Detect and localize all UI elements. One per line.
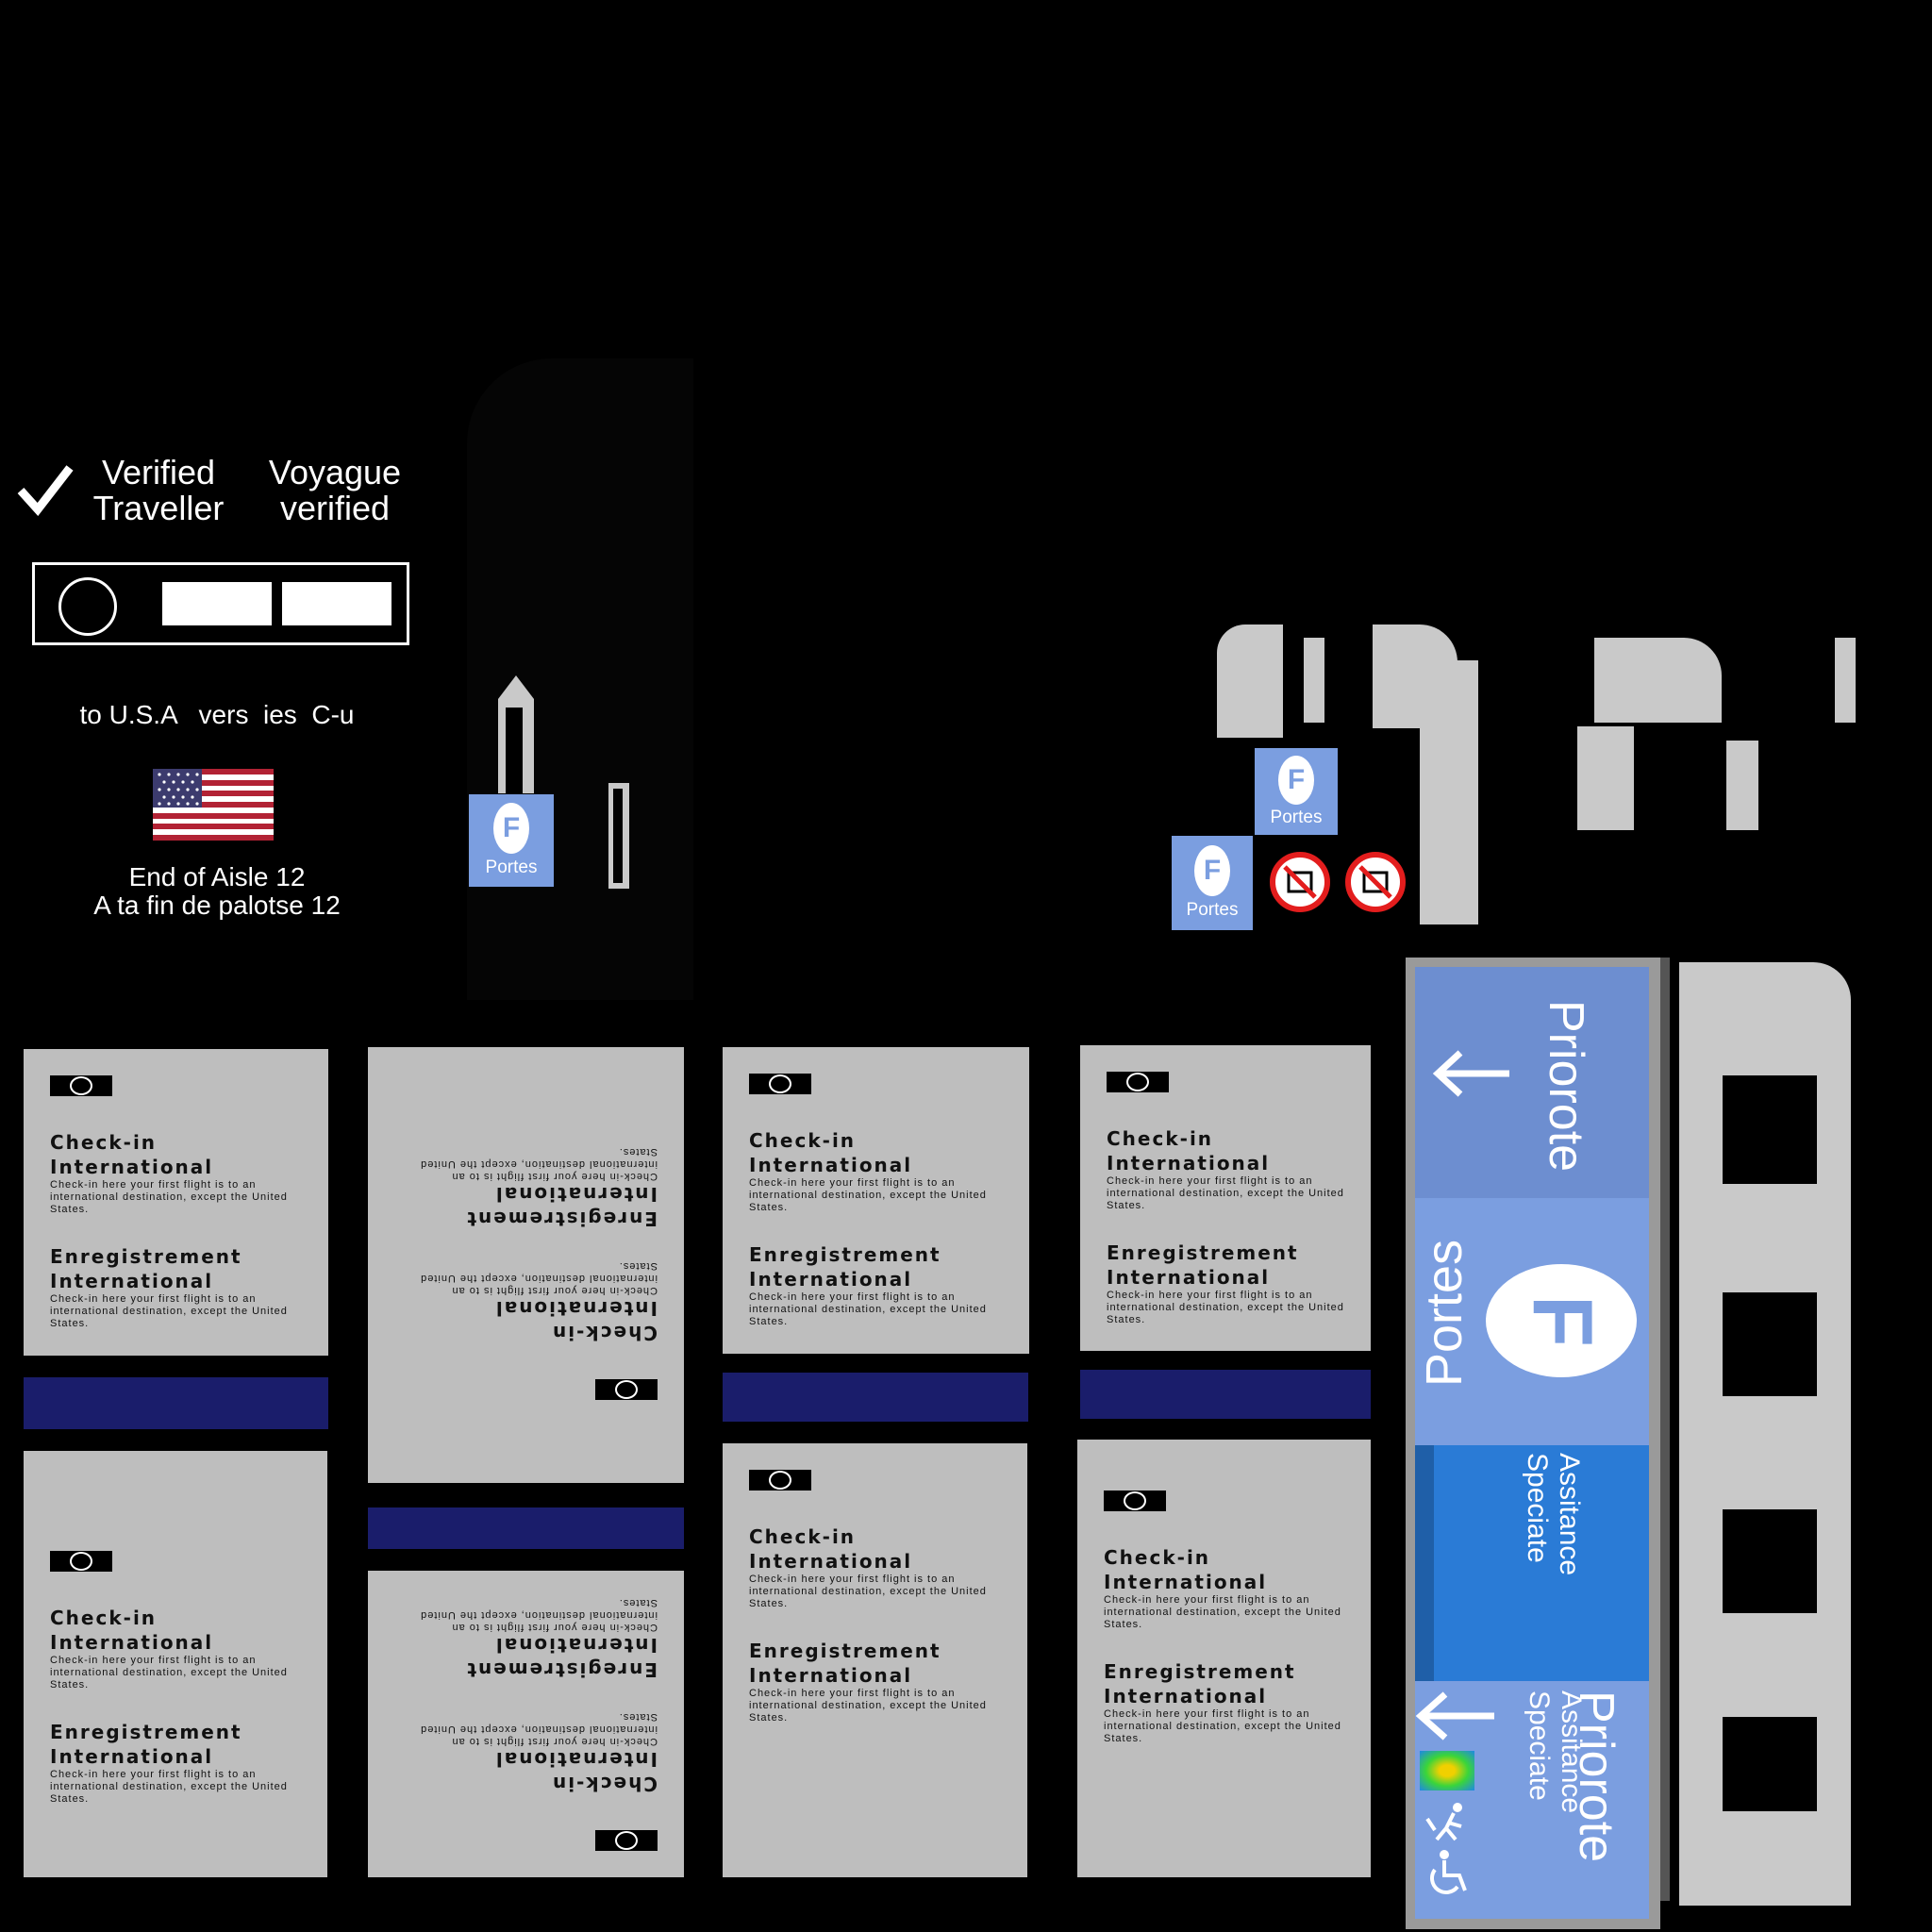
beam-6: [1577, 726, 1634, 830]
panel-divider-band: [368, 1507, 684, 1549]
sign-gates-label: Portes: [1416, 1239, 1473, 1387]
pillar-highlight-right-inner: [613, 789, 623, 883]
sign-assist-label: Assitance Speciate: [1522, 1453, 1585, 1576]
checkin-panel: Check-in International Check-in here your…: [723, 1047, 1029, 1354]
checkin-panel: Check-in International Check-in here your…: [24, 1049, 328, 1356]
gate-f-badge-upper: F Portes: [1255, 748, 1338, 835]
arrow-left-icon: [1415, 1690, 1496, 1741]
checkin-panel: Check-in International Check-in here your…: [24, 1451, 327, 1877]
checkin-panel-inverted: Check-in International Check-in here your…: [368, 1571, 684, 1877]
sign-frame-edge: [1660, 958, 1670, 1901]
beam-5: [1646, 638, 1722, 723]
globe-icon: [50, 1551, 112, 1572]
beam-9: [1304, 638, 1324, 723]
wheelchair-icon: [1420, 1849, 1474, 1896]
beam-3: [1420, 660, 1478, 924]
pillar-outline: [467, 358, 693, 1000]
photo-circle: [58, 577, 117, 636]
usa-flag-icon: [153, 769, 274, 841]
gate-f-oval: F: [1486, 1264, 1637, 1377]
pillar-highlight-inner: [506, 708, 523, 793]
beam-7: [1726, 741, 1758, 830]
verified-traveller-label: Verified Traveller: [92, 453, 225, 527]
id-bar-1: [162, 582, 272, 625]
sensory-icon: [1420, 1751, 1474, 1790]
assistance-walker-icon: [1420, 1802, 1474, 1843]
beam-1: [1217, 625, 1283, 738]
panel-divider-band: [1080, 1370, 1371, 1419]
beam-4: [1594, 638, 1651, 723]
checkin-panel-inverted: Check-in International Check-in here your…: [368, 1047, 684, 1483]
sign-assist-dark-strip: [1415, 1445, 1434, 1681]
sign-assist-label-2: Assitance Speciate: [1524, 1690, 1587, 1814]
globe-icon: [595, 1379, 658, 1400]
panel-divider-band: [24, 1377, 328, 1429]
gate-f-badge-lower: F Portes: [1172, 836, 1253, 930]
aisle-label-fr: A ta fin de palotse 12: [93, 891, 341, 920]
sign-priority-label: Priorote: [1539, 1000, 1593, 1173]
globe-icon: [1104, 1491, 1166, 1511]
side-column-gap-2: [1723, 1509, 1817, 1613]
arrow-left-icon: [1432, 1049, 1511, 1098]
side-column-gap-1: [1723, 1292, 1817, 1396]
gate-f-badge: F Portes: [469, 794, 554, 887]
id-bar-2: [282, 582, 391, 625]
checkin-panel: Check-in International Check-in here your…: [1077, 1440, 1371, 1877]
checkmark-icon: [17, 462, 74, 519]
checkin-panel: Check-in International Check-in here your…: [723, 1443, 1027, 1877]
globe-icon: [50, 1075, 112, 1096]
destination-label: to U.S.A vers ies C-u: [79, 700, 355, 729]
aisle-label-en: End of Aisle 12: [128, 862, 306, 891]
voyageur-verifie-label: Voyague verified: [268, 453, 402, 527]
beam-8: [1835, 638, 1856, 723]
globe-icon: [595, 1830, 658, 1851]
panel-divider-band: [723, 1373, 1028, 1422]
globe-icon: [749, 1074, 811, 1094]
globe-icon: [749, 1470, 811, 1491]
no-luggage-cart-icon: [1270, 852, 1330, 912]
globe-icon: [1107, 1072, 1169, 1092]
checkin-panel: Check-in International Check-in here your…: [1080, 1045, 1371, 1351]
no-luggage-cart-icon-2: [1345, 852, 1406, 912]
side-column-window: [1723, 1075, 1817, 1184]
side-column-gap-3: [1723, 1717, 1817, 1811]
